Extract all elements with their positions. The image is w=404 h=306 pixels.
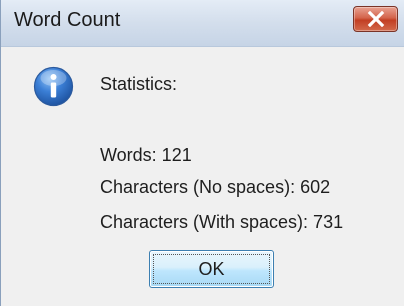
dialog-title: Word Count — [14, 9, 121, 31]
title-bar[interactable]: Word Count — [1, 0, 404, 47]
characters-no-spaces: Characters (No spaces): 602 — [100, 177, 331, 197]
characters-with-spaces: Characters (With spaces): 731 — [100, 212, 344, 232]
word-count-dialog: Word Count Statistics: Words: 121 Charac… — [0, 0, 404, 306]
close-icon — [367, 11, 384, 27]
close-button[interactable] — [353, 6, 398, 32]
ok-button[interactable]: OK — [149, 250, 274, 288]
info-icon — [33, 66, 74, 107]
ok-button-label: OK — [198, 258, 225, 279]
statistics-heading: Statistics: — [100, 74, 178, 94]
words-count: Words: 121 — [100, 145, 192, 165]
